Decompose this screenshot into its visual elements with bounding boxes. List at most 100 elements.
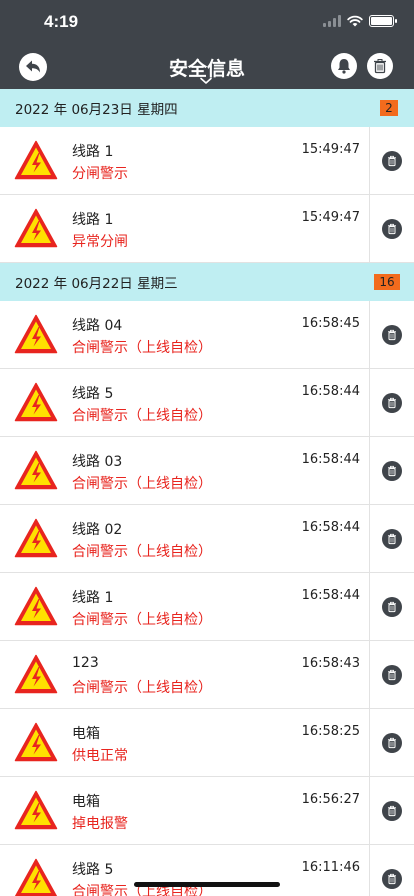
delete-button[interactable] <box>382 393 402 413</box>
alert-status: 异常分闸 <box>72 234 128 250</box>
high-voltage-warning-icon <box>14 790 58 830</box>
alert-status: 合闸警示（上线自检） <box>72 680 212 696</box>
alert-status: 合闸警示（上线自检） <box>72 612 212 628</box>
trash-icon <box>374 59 386 74</box>
delete-button[interactable] <box>382 325 402 345</box>
alert-status: 分闸警示 <box>72 166 128 182</box>
row-divider <box>369 437 370 504</box>
alert-row[interactable]: 线路 03 16:58:44 合闸警示（上线自检） <box>0 437 414 505</box>
line-name: 线路 04 <box>72 318 123 334</box>
trash-icon <box>386 533 398 545</box>
alert-time: 15:49:47 <box>301 142 360 157</box>
count-badge: 2 <box>380 100 398 116</box>
delete-button[interactable] <box>382 733 402 753</box>
alert-row[interactable]: 线路 1 15:49:47 分闸警示 <box>0 127 414 195</box>
status-bar: 4:19 <box>0 0 414 44</box>
alert-row[interactable]: 线路 04 16:58:45 合闸警示（上线自检） <box>0 301 414 369</box>
line-name: 线路 5 <box>72 386 114 402</box>
alert-time: 16:58:44 <box>301 588 360 603</box>
alert-row[interactable]: 线路 5 16:11:46 合闸警示（上线自检） <box>0 845 414 896</box>
high-voltage-warning-icon <box>14 140 58 180</box>
delete-button[interactable] <box>382 869 402 889</box>
alert-time: 16:58:44 <box>301 452 360 467</box>
delete-button[interactable] <box>382 665 402 685</box>
status-time: 4:19 <box>44 12 79 31</box>
trash-icon <box>386 223 398 235</box>
line-name: 电箱 <box>72 794 100 810</box>
row-divider <box>369 369 370 436</box>
row-divider <box>369 709 370 776</box>
delete-button[interactable] <box>382 529 402 549</box>
trash-icon <box>386 669 398 681</box>
trash-icon <box>386 601 398 613</box>
alert-status: 合闸警示（上线自检） <box>72 544 212 560</box>
group-date: 2022 年 06月22日 星期三 <box>15 276 178 292</box>
row-divider <box>369 505 370 572</box>
alert-time: 15:49:47 <box>301 210 360 225</box>
alert-time: 16:58:43 <box>301 656 360 671</box>
date-header: 2022 年 06月23日 星期四 2 <box>0 89 414 127</box>
row-divider <box>369 777 370 844</box>
high-voltage-warning-icon <box>14 450 58 490</box>
row-divider <box>369 195 370 262</box>
delete-button[interactable] <box>382 461 402 481</box>
alert-time: 16:58:25 <box>301 724 360 739</box>
alert-time: 16:11:46 <box>301 860 360 875</box>
alert-time: 16:58:44 <box>301 520 360 535</box>
trash-icon <box>386 873 398 885</box>
wifi-icon <box>347 15 363 27</box>
row-divider <box>369 641 370 708</box>
alert-row[interactable]: 线路 1 15:49:47 异常分闸 <box>0 195 414 263</box>
high-voltage-warning-icon <box>14 518 58 558</box>
high-voltage-warning-icon <box>14 654 58 694</box>
high-voltage-warning-icon <box>14 208 58 248</box>
alert-status: 掉电报警 <box>72 816 128 832</box>
line-name: 电箱 <box>72 726 100 742</box>
battery-icon <box>369 15 397 27</box>
alert-row[interactable]: 线路 02 16:58:44 合闸警示（上线自检） <box>0 505 414 573</box>
cellular-signal-icon <box>323 15 341 27</box>
group-date: 2022 年 06月23日 星期四 <box>15 102 178 118</box>
trash-icon <box>386 737 398 749</box>
alert-time: 16:58:44 <box>301 384 360 399</box>
nav-bar: 安全信息 <box>0 44 414 89</box>
row-divider <box>369 845 370 896</box>
delete-button[interactable] <box>382 597 402 617</box>
alert-time: 16:56:27 <box>301 792 360 807</box>
alert-row[interactable]: 电箱 16:56:27 掉电报警 <box>0 777 414 845</box>
delete-button[interactable] <box>382 151 402 171</box>
high-voltage-warning-icon <box>14 586 58 626</box>
alert-list[interactable]: 2022 年 06月23日 星期四 2 线路 1 15:49:47 分闸警示线路 1 15… <box>0 89 414 896</box>
alert-status: 合闸警示（上线自检） <box>72 476 212 492</box>
chevron-down-icon[interactable] <box>199 77 213 85</box>
trash-icon <box>386 155 398 167</box>
alert-row[interactable]: 线路 5 16:58:44 合闸警示（上线自检） <box>0 369 414 437</box>
alert-status: 供电正常 <box>72 748 128 764</box>
delete-button[interactable] <box>382 219 402 239</box>
alert-row[interactable]: 线路 1 16:58:44 合闸警示（上线自检） <box>0 573 414 641</box>
row-divider <box>369 127 370 194</box>
bell-icon <box>338 59 350 74</box>
delete-button[interactable] <box>382 801 402 821</box>
clear-all-button[interactable] <box>367 53 393 79</box>
line-name: 线路 02 <box>72 522 123 538</box>
high-voltage-warning-icon <box>14 314 58 354</box>
alert-status: 合闸警示（上线自检） <box>72 340 212 356</box>
line-name: 线路 1 <box>72 212 114 228</box>
notification-button[interactable] <box>331 53 357 79</box>
high-voltage-warning-icon <box>14 858 58 896</box>
alert-status: 合闸警示（上线自检） <box>72 408 212 424</box>
line-name: 线路 03 <box>72 454 123 470</box>
trash-icon <box>386 465 398 477</box>
row-divider <box>369 301 370 368</box>
home-indicator[interactable] <box>134 882 280 887</box>
date-header: 2022 年 06月22日 星期三 16 <box>0 263 414 301</box>
high-voltage-warning-icon <box>14 382 58 422</box>
row-divider <box>369 573 370 640</box>
count-badge: 16 <box>374 274 400 290</box>
alert-row[interactable]: 电箱 16:58:25 供电正常 <box>0 709 414 777</box>
trash-icon <box>386 329 398 341</box>
alert-row[interactable]: 123 16:58:43 合闸警示（上线自检） <box>0 641 414 709</box>
trash-icon <box>386 805 398 817</box>
trash-icon <box>386 397 398 409</box>
